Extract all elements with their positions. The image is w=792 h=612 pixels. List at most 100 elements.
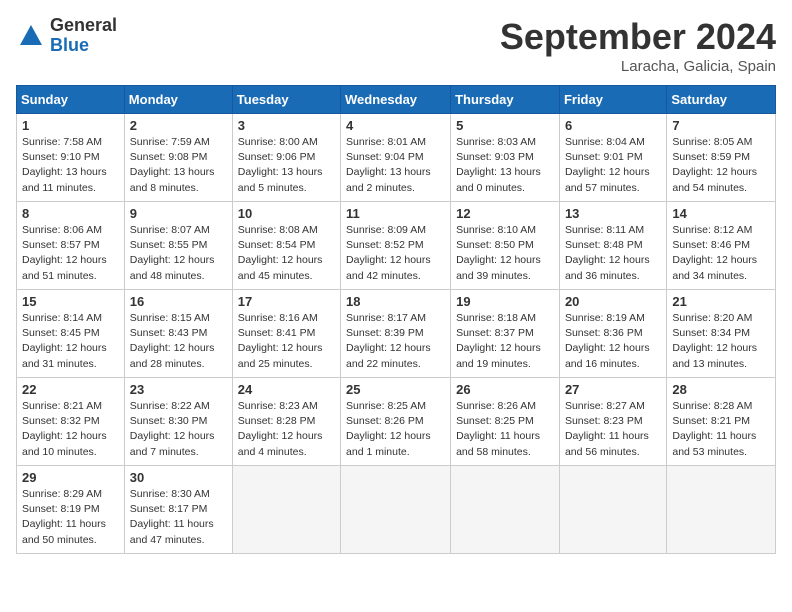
day-cell-23: 23 Sunrise: 8:22 AM Sunset: 8:30 PM Dayli…	[124, 378, 232, 466]
day-info: Sunrise: 8:20 AM Sunset: 8:34 PM Dayligh…	[672, 311, 770, 372]
col-header-sunday: Sunday	[17, 86, 125, 114]
day-number: 27	[565, 382, 661, 397]
day-number: 29	[22, 470, 119, 485]
day-cell-1: 1Sunrise: 7:58 AM Sunset: 9:10 PM Daylig…	[17, 114, 125, 202]
calendar: SundayMondayTuesdayWednesdayThursdayFrid…	[16, 85, 776, 554]
day-info: Sunrise: 8:28 AM Sunset: 8:21 PM Dayligh…	[672, 399, 770, 460]
day-cell-7: 7Sunrise: 8:05 AM Sunset: 8:59 PM Daylig…	[667, 114, 776, 202]
logo: General Blue	[16, 16, 117, 56]
day-number: 14	[672, 206, 770, 221]
day-number: 23	[130, 382, 227, 397]
day-number: 28	[672, 382, 770, 397]
day-cell-9: 9 Sunrise: 8:07 AM Sunset: 8:55 PM Daylig…	[124, 202, 232, 290]
day-info: Sunrise: 8:23 AM Sunset: 8:28 PM Dayligh…	[238, 399, 335, 460]
day-number: 30	[130, 470, 227, 485]
day-number: 11	[346, 206, 445, 221]
day-number: 9	[130, 206, 227, 221]
day-info: Sunrise: 8:25 AM Sunset: 8:26 PM Dayligh…	[346, 399, 445, 460]
month-title: September 2024	[500, 16, 776, 58]
week-row-5: 29 Sunrise: 8:29 AM Sunset: 8:19 PM Dayli…	[17, 466, 776, 554]
week-row-3: 15Sunrise: 8:14 AM Sunset: 8:45 PM Dayli…	[17, 290, 776, 378]
day-number: 26	[456, 382, 554, 397]
header-row: SundayMondayTuesdayWednesdayThursdayFrid…	[17, 86, 776, 114]
day-number: 8	[22, 206, 119, 221]
day-cell-24: 24 Sunrise: 8:23 AM Sunset: 8:28 PM Dayli…	[232, 378, 340, 466]
day-number: 5	[456, 118, 554, 133]
day-info: Sunrise: 7:59 AM Sunset: 9:08 PM Dayligh…	[130, 135, 227, 196]
day-info: Sunrise: 8:01 AM Sunset: 9:04 PM Dayligh…	[346, 135, 445, 196]
day-cell-12: 12Sunrise: 8:10 AM Sunset: 8:50 PM Dayli…	[451, 202, 560, 290]
day-info: Sunrise: 8:22 AM Sunset: 8:30 PM Dayligh…	[130, 399, 227, 460]
day-info: Sunrise: 8:21 AM Sunset: 8:32 PM Dayligh…	[22, 399, 119, 460]
day-number: 17	[238, 294, 335, 309]
day-info: Sunrise: 8:15 AM Sunset: 8:43 PM Dayligh…	[130, 311, 227, 372]
day-cell-19: 19Sunrise: 8:18 AM Sunset: 8:37 PM Dayli…	[451, 290, 560, 378]
day-info: Sunrise: 8:09 AM Sunset: 8:52 PM Dayligh…	[346, 223, 445, 284]
week-row-2: 8 Sunrise: 8:06 AM Sunset: 8:57 PM Daylig…	[17, 202, 776, 290]
day-number: 2	[130, 118, 227, 133]
col-header-saturday: Saturday	[667, 86, 776, 114]
day-number: 16	[130, 294, 227, 309]
page-header: General Blue September 2024 Laracha, Gal…	[16, 16, 776, 75]
day-cell-3: 3Sunrise: 8:00 AM Sunset: 9:06 PM Daylig…	[232, 114, 340, 202]
title-area: September 2024 Laracha, Galicia, Spain	[500, 16, 776, 75]
day-number: 6	[565, 118, 661, 133]
day-info: Sunrise: 8:03 AM Sunset: 9:03 PM Dayligh…	[456, 135, 554, 196]
day-info: Sunrise: 8:19 AM Sunset: 8:36 PM Dayligh…	[565, 311, 661, 372]
day-number: 25	[346, 382, 445, 397]
day-info: Sunrise: 8:29 AM Sunset: 8:19 PM Dayligh…	[22, 487, 119, 548]
day-number: 21	[672, 294, 770, 309]
day-cell-21: 21 Sunrise: 8:20 AM Sunset: 8:34 PM Dayli…	[667, 290, 776, 378]
day-info: Sunrise: 8:06 AM Sunset: 8:57 PM Dayligh…	[22, 223, 119, 284]
col-header-wednesday: Wednesday	[341, 86, 451, 114]
day-cell-10: 10 Sunrise: 8:08 AM Sunset: 8:54 PM Dayli…	[232, 202, 340, 290]
day-cell-25: 25 Sunrise: 8:25 AM Sunset: 8:26 PM Dayli…	[341, 378, 451, 466]
day-info: Sunrise: 8:26 AM Sunset: 8:25 PM Dayligh…	[456, 399, 554, 460]
logo-general: General	[50, 16, 117, 36]
day-number: 20	[565, 294, 661, 309]
day-cell-8: 8 Sunrise: 8:06 AM Sunset: 8:57 PM Daylig…	[17, 202, 125, 290]
day-cell-17: 17 Sunrise: 8:16 AM Sunset: 8:41 PM Dayli…	[232, 290, 340, 378]
week-row-4: 22 Sunrise: 8:21 AM Sunset: 8:32 PM Dayli…	[17, 378, 776, 466]
empty-cell	[451, 466, 560, 554]
day-cell-5: 5 Sunrise: 8:03 AM Sunset: 9:03 PM Daylig…	[451, 114, 560, 202]
day-info: Sunrise: 8:08 AM Sunset: 8:54 PM Dayligh…	[238, 223, 335, 284]
day-info: Sunrise: 7:58 AM Sunset: 9:10 PM Dayligh…	[22, 135, 119, 196]
day-info: Sunrise: 8:07 AM Sunset: 8:55 PM Dayligh…	[130, 223, 227, 284]
week-row-1: 1Sunrise: 7:58 AM Sunset: 9:10 PM Daylig…	[17, 114, 776, 202]
day-cell-16: 16 Sunrise: 8:15 AM Sunset: 8:43 PM Dayli…	[124, 290, 232, 378]
empty-cell	[341, 466, 451, 554]
location: Laracha, Galicia, Spain	[500, 58, 776, 75]
empty-cell	[232, 466, 340, 554]
day-cell-6: 6 Sunrise: 8:04 AM Sunset: 9:01 PM Daylig…	[559, 114, 666, 202]
day-number: 10	[238, 206, 335, 221]
day-cell-4: 4 Sunrise: 8:01 AM Sunset: 9:04 PM Daylig…	[341, 114, 451, 202]
col-header-thursday: Thursday	[451, 86, 560, 114]
day-info: Sunrise: 8:12 AM Sunset: 8:46 PM Dayligh…	[672, 223, 770, 284]
day-number: 19	[456, 294, 554, 309]
day-cell-26: 26 Sunrise: 8:26 AM Sunset: 8:25 PM Dayli…	[451, 378, 560, 466]
day-cell-27: 27 Sunrise: 8:27 AM Sunset: 8:23 PM Dayli…	[559, 378, 666, 466]
day-info: Sunrise: 8:30 AM Sunset: 8:17 PM Dayligh…	[130, 487, 227, 548]
col-header-monday: Monday	[124, 86, 232, 114]
day-info: Sunrise: 8:00 AM Sunset: 9:06 PM Dayligh…	[238, 135, 335, 196]
day-cell-30: 30 Sunrise: 8:30 AM Sunset: 8:17 PM Dayli…	[124, 466, 232, 554]
day-info: Sunrise: 8:27 AM Sunset: 8:23 PM Dayligh…	[565, 399, 661, 460]
day-info: Sunrise: 8:16 AM Sunset: 8:41 PM Dayligh…	[238, 311, 335, 372]
day-number: 24	[238, 382, 335, 397]
day-number: 13	[565, 206, 661, 221]
day-cell-22: 22 Sunrise: 8:21 AM Sunset: 8:32 PM Dayli…	[17, 378, 125, 466]
day-cell-28: 28 Sunrise: 8:28 AM Sunset: 8:21 PM Dayli…	[667, 378, 776, 466]
logo-icon	[16, 21, 46, 51]
day-info: Sunrise: 8:04 AM Sunset: 9:01 PM Dayligh…	[565, 135, 661, 196]
day-number: 22	[22, 382, 119, 397]
day-info: Sunrise: 8:14 AM Sunset: 8:45 PM Dayligh…	[22, 311, 119, 372]
day-cell-2: 2 Sunrise: 7:59 AM Sunset: 9:08 PM Daylig…	[124, 114, 232, 202]
day-number: 4	[346, 118, 445, 133]
day-cell-18: 18Sunrise: 8:17 AM Sunset: 8:39 PM Dayli…	[341, 290, 451, 378]
day-info: Sunrise: 8:11 AM Sunset: 8:48 PM Dayligh…	[565, 223, 661, 284]
col-header-tuesday: Tuesday	[232, 86, 340, 114]
day-info: Sunrise: 8:17 AM Sunset: 8:39 PM Dayligh…	[346, 311, 445, 372]
day-info: Sunrise: 8:10 AM Sunset: 8:50 PM Dayligh…	[456, 223, 554, 284]
col-header-friday: Friday	[559, 86, 666, 114]
